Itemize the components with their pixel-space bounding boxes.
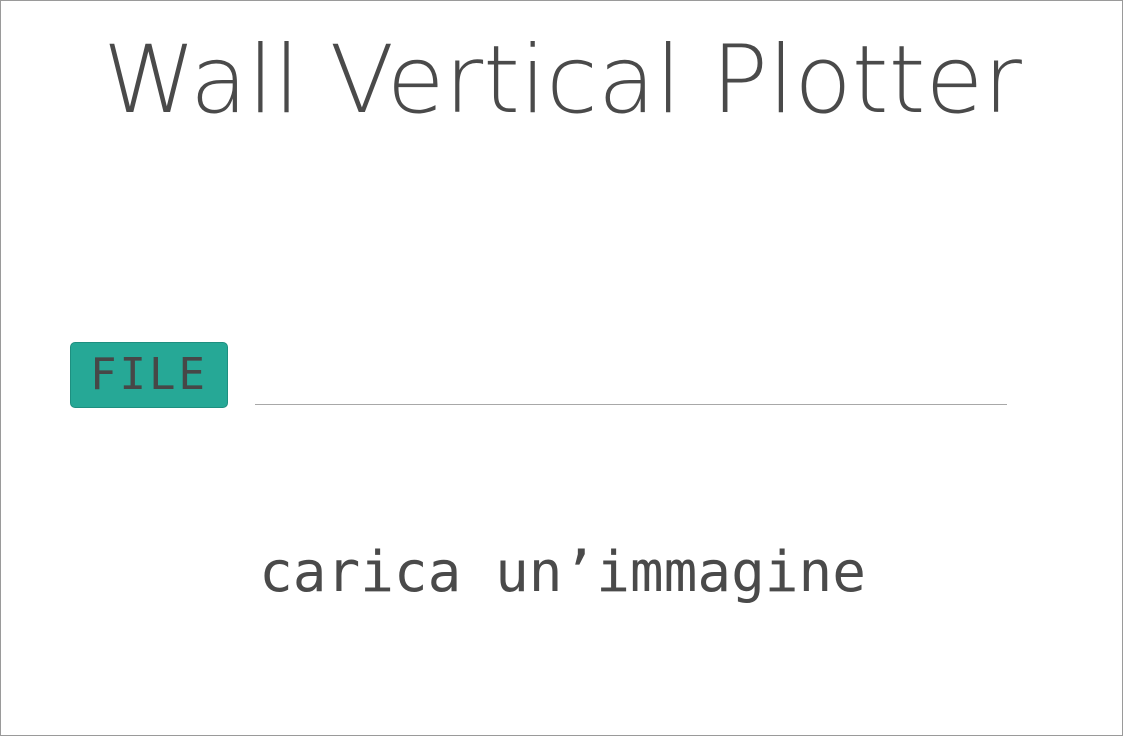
file-button-label: FILE	[90, 349, 208, 400]
page-title: Wall Vertical Plotter	[103, 26, 1022, 135]
file-path-field[interactable]	[255, 373, 1007, 405]
upload-hint: carica un’immagine	[259, 540, 866, 605]
file-upload-button[interactable]: FILE	[70, 342, 228, 408]
page-frame: Wall Vertical Plotter FILE carica un’imm…	[0, 0, 1123, 736]
